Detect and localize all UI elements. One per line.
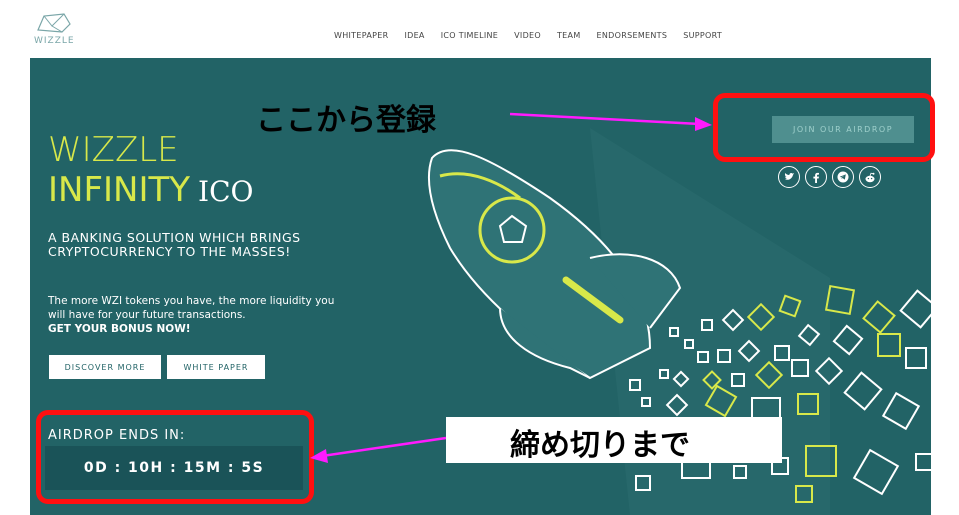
- annotation-register-here: ここから登録: [256, 103, 436, 138]
- annotation-until-deadline: 締め切りまで: [510, 428, 690, 463]
- arrow-head-icon: [695, 117, 712, 131]
- arrow-head-icon: [310, 449, 328, 463]
